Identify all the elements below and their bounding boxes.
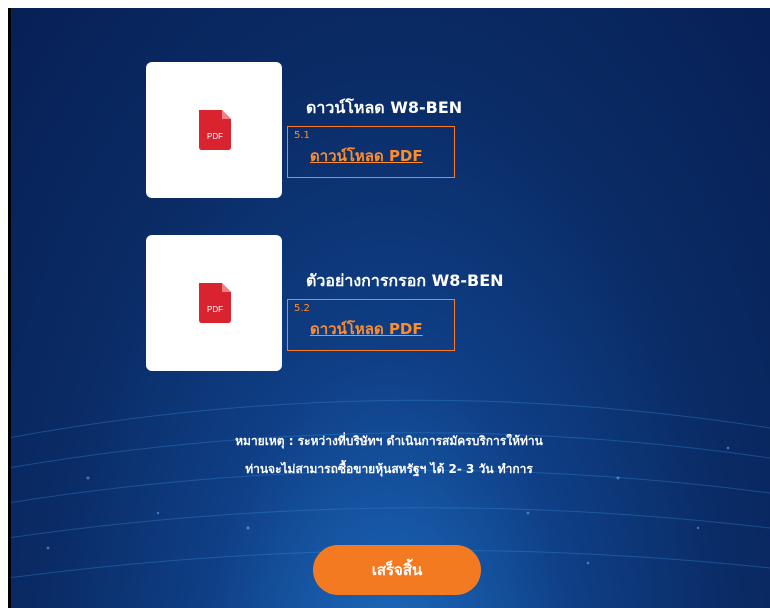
download-panel: PDF ดาวน์โหลด W8-BEN 5.1 ดาวน์โหลด PDF P…: [8, 8, 770, 608]
download-pdf-link[interactable]: ดาวน์โหลด PDF: [310, 317, 423, 341]
pdf-icon-label: PDF: [207, 132, 223, 141]
download-link-box: 5.1 ดาวน์โหลด PDF: [287, 126, 455, 178]
note-line-2: ท่านจะไม่สามารถซื้อขายหุ้นสหรัฐฯ ได้ 2- …: [245, 462, 533, 476]
done-button[interactable]: เสร็จสิ้น: [313, 545, 481, 595]
pdf-file-icon: PDF: [199, 283, 231, 323]
download-pdf-link[interactable]: ดาวน์โหลด PDF: [310, 144, 423, 168]
pdf-icon-label: PDF: [207, 305, 223, 314]
pdf-card: PDF: [146, 62, 282, 198]
step-marker: 5.2: [294, 303, 310, 314]
download-title: ดาวน์โหลด W8-BEN: [306, 98, 463, 117]
step-marker: 5.1: [294, 130, 310, 141]
download-link-box: 5.2 ดาวน์โหลด PDF: [287, 299, 455, 351]
download-title: ตัวอย่างการกรอก W8-BEN: [306, 271, 504, 290]
window-left-border: [8, 8, 11, 608]
pdf-file-icon: PDF: [199, 110, 231, 150]
pdf-card: PDF: [146, 235, 282, 371]
note-line-1: หมายเหตุ : ระหว่างที่บริษัทฯ ดำเนินการสม…: [235, 434, 543, 448]
